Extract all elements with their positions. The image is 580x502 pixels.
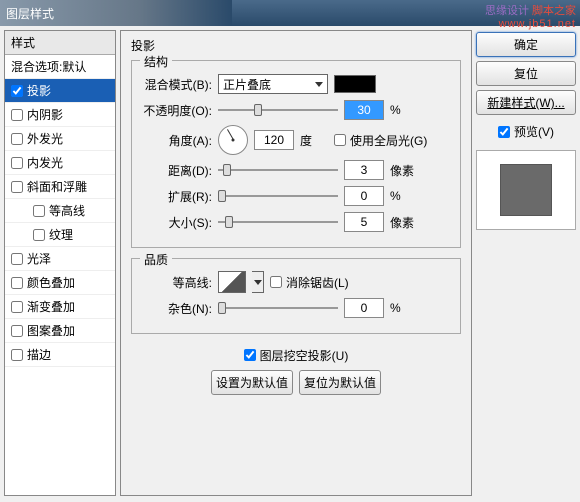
opacity-label: 不透明度(O): [140, 102, 212, 119]
checkbox[interactable] [11, 157, 23, 169]
checkbox[interactable] [11, 253, 23, 265]
chevron-down-icon [315, 82, 323, 87]
checkbox[interactable] [11, 109, 23, 121]
checkbox[interactable] [33, 229, 45, 241]
angle-input[interactable] [254, 130, 294, 150]
spread-slider[interactable] [218, 188, 338, 204]
watermark: 思缘设计脚本之家 www.jb51.net [485, 2, 576, 30]
style-drop-shadow[interactable]: 投影 [5, 79, 115, 103]
checkbox[interactable] [33, 205, 45, 217]
chevron-down-icon [254, 280, 262, 285]
styles-header: 样式 [5, 31, 115, 55]
new-style-button[interactable]: 新建样式(W)... [476, 90, 576, 115]
size-row: 大小(S): 像素 [140, 211, 452, 233]
angle-dial[interactable] [218, 125, 248, 155]
spread-row: 扩展(R): % [140, 185, 452, 207]
styles-panel: 样式 混合选项:默认 投影 内阴影 外发光 内发光 斜面和浮雕 等高线 纹理 光… [4, 30, 116, 496]
style-inner-glow[interactable]: 内发光 [5, 151, 115, 175]
preview-check[interactable]: 预览(V) [476, 123, 576, 140]
preview-swatch [500, 164, 552, 216]
structure-fieldset: 结构 混合模式(B): 正片叠底 不透明度(O): % 角度(A): 度 使用全… [131, 60, 461, 248]
checkbox[interactable] [11, 301, 23, 313]
titlebar: 图层样式 思缘设计脚本之家 www.jb51.net [0, 0, 580, 26]
contour-row: 等高线: 消除锯齿(L) [140, 271, 452, 293]
style-color-overlay[interactable]: 颜色叠加 [5, 271, 115, 295]
cancel-button[interactable]: 复位 [476, 61, 576, 86]
checkbox[interactable] [11, 85, 23, 97]
size-slider[interactable] [218, 214, 338, 230]
checkbox[interactable] [11, 133, 23, 145]
blend-options-row[interactable]: 混合选项:默认 [5, 55, 115, 79]
opacity-slider[interactable] [218, 102, 338, 118]
section-title: 投影 [131, 37, 461, 54]
checkbox[interactable] [11, 349, 23, 361]
window-title: 图层样式 [6, 5, 54, 22]
style-pattern-overlay[interactable]: 图案叠加 [5, 319, 115, 343]
blend-mode-select[interactable]: 正片叠底 [218, 74, 328, 94]
distance-input[interactable] [344, 160, 384, 180]
style-outer-glow[interactable]: 外发光 [5, 127, 115, 151]
preview-box [476, 150, 576, 230]
settings-panel: 投影 结构 混合模式(B): 正片叠底 不透明度(O): % 角度(A): 度 … [120, 30, 472, 496]
style-gradient-overlay[interactable]: 渐变叠加 [5, 295, 115, 319]
opacity-input[interactable] [344, 100, 384, 120]
set-default-button[interactable]: 设置为默认值 [211, 370, 293, 395]
angle-row: 角度(A): 度 使用全局光(G) [140, 125, 452, 155]
structure-legend: 结构 [140, 53, 172, 70]
checkbox[interactable] [11, 277, 23, 289]
style-satin[interactable]: 光泽 [5, 247, 115, 271]
distance-slider[interactable] [218, 162, 338, 178]
distance-label: 距离(D): [140, 162, 212, 179]
size-input[interactable] [344, 212, 384, 232]
ok-button[interactable]: 确定 [476, 32, 576, 57]
shadow-color-swatch[interactable] [334, 75, 376, 93]
size-label: 大小(S): [140, 214, 212, 231]
global-light-check[interactable]: 使用全局光(G) [334, 132, 427, 149]
knockout-row: 图层挖空投影(U) [131, 344, 461, 366]
noise-slider[interactable] [218, 300, 338, 316]
checkbox[interactable] [11, 325, 23, 337]
style-contour[interactable]: 等高线 [5, 199, 115, 223]
contour-label: 等高线: [140, 274, 212, 291]
knockout-check[interactable]: 图层挖空投影(U) [244, 347, 349, 364]
noise-label: 杂色(N): [140, 300, 212, 317]
spread-label: 扩展(R): [140, 188, 212, 205]
quality-fieldset: 品质 等高线: 消除锯齿(L) 杂色(N): % [131, 258, 461, 334]
style-inner-shadow[interactable]: 内阴影 [5, 103, 115, 127]
contour-picker[interactable] [218, 271, 246, 293]
noise-row: 杂色(N): % [140, 297, 452, 319]
style-bevel[interactable]: 斜面和浮雕 [5, 175, 115, 199]
style-stroke[interactable]: 描边 [5, 343, 115, 367]
reset-default-button[interactable]: 复位为默认值 [299, 370, 381, 395]
checkbox[interactable] [11, 181, 23, 193]
distance-row: 距离(D): 像素 [140, 159, 452, 181]
noise-input[interactable] [344, 298, 384, 318]
spread-input[interactable] [344, 186, 384, 206]
blend-mode-row: 混合模式(B): 正片叠底 [140, 73, 452, 95]
quality-legend: 品质 [140, 251, 172, 268]
blend-mode-label: 混合模式(B): [140, 76, 212, 93]
opacity-row: 不透明度(O): % [140, 99, 452, 121]
right-panel: 确定 复位 新建样式(W)... 预览(V) [476, 30, 576, 496]
antialias-check[interactable]: 消除锯齿(L) [270, 274, 349, 291]
main-content: 样式 混合选项:默认 投影 内阴影 外发光 内发光 斜面和浮雕 等高线 纹理 光… [0, 26, 580, 500]
contour-dropdown[interactable] [252, 271, 264, 293]
angle-label: 角度(A): [140, 132, 212, 149]
style-texture[interactable]: 纹理 [5, 223, 115, 247]
